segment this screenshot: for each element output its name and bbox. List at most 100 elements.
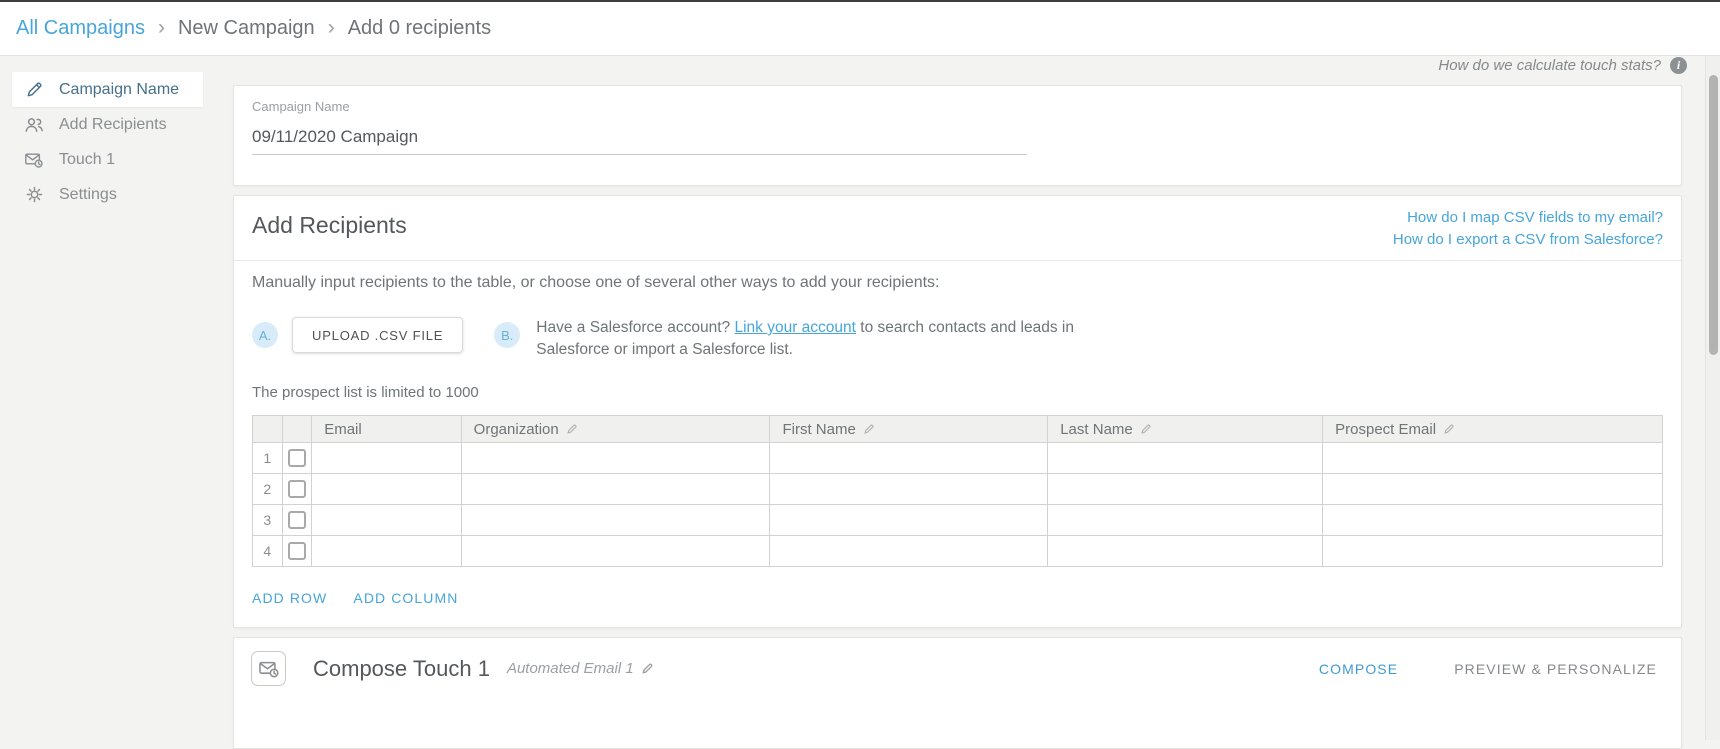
compose-touch-subtitle: Automated Email 1 bbox=[507, 660, 654, 677]
table-cell[interactable] bbox=[461, 443, 770, 474]
table-cell[interactable] bbox=[461, 474, 770, 505]
add-recipients-body: Manually input recipients to the table, … bbox=[234, 261, 1681, 627]
table-cell[interactable] bbox=[312, 505, 461, 536]
breadcrumb-all-campaigns[interactable]: All Campaigns bbox=[16, 17, 145, 40]
row-number: 3 bbox=[253, 505, 283, 536]
recipients-table: Email Organization First Name Last Name … bbox=[252, 415, 1663, 567]
table-cell[interactable] bbox=[461, 505, 770, 536]
table-actions: ADD ROW ADD COLUMN bbox=[252, 590, 1663, 606]
email-clock-icon bbox=[24, 150, 44, 170]
table-cell[interactable] bbox=[1323, 536, 1663, 567]
table-header-row: Email Organization First Name Last Name … bbox=[253, 416, 1663, 443]
table-row: 4 bbox=[253, 536, 1663, 567]
table-cell[interactable] bbox=[1323, 443, 1663, 474]
chevron-right-icon: › bbox=[328, 17, 335, 40]
table-cell[interactable] bbox=[312, 536, 461, 567]
column-header-email: Email bbox=[312, 416, 461, 443]
table-cell[interactable] bbox=[1048, 536, 1323, 567]
breadcrumb: All Campaigns › New Campaign › Add 0 rec… bbox=[0, 2, 1720, 56]
table-cell[interactable] bbox=[1323, 505, 1663, 536]
table-cell[interactable] bbox=[1048, 505, 1323, 536]
option-a-badge: A. bbox=[252, 322, 278, 348]
chevron-right-icon: › bbox=[158, 17, 165, 40]
prospect-limit-note: The prospect list is limited to 1000 bbox=[252, 384, 1663, 401]
row-checkbox[interactable] bbox=[288, 480, 306, 498]
add-recipients-header: Add Recipients How do I map CSV fields t… bbox=[234, 196, 1681, 261]
vertical-scrollbar bbox=[1705, 56, 1720, 740]
table-cell[interactable] bbox=[312, 474, 461, 505]
edit-touch-name-icon[interactable] bbox=[641, 662, 654, 675]
column-header-first-name: First Name bbox=[770, 416, 1048, 443]
row-checkbox[interactable] bbox=[288, 511, 306, 529]
table-cell[interactable] bbox=[312, 443, 461, 474]
row-checkbox[interactable] bbox=[288, 542, 306, 560]
table-cell[interactable] bbox=[1048, 443, 1323, 474]
sidebar-item-touch-1[interactable]: Touch 1 bbox=[12, 142, 203, 177]
edit-column-icon[interactable] bbox=[863, 423, 875, 435]
gear-icon bbox=[24, 185, 44, 205]
column-header-last-name: Last Name bbox=[1048, 416, 1323, 443]
edit-column-icon[interactable] bbox=[1443, 423, 1455, 435]
row-number: 4 bbox=[253, 536, 283, 567]
table-row: 2 bbox=[253, 474, 1663, 505]
compose-touch-row: Compose Touch 1 Automated Email 1 COMPOS… bbox=[234, 638, 1681, 686]
email-clock-icon bbox=[251, 651, 286, 686]
preview-personalize-button[interactable]: PREVIEW & PERSONALIZE bbox=[1454, 661, 1657, 677]
recipients-intro-text: Manually input recipients to the table, … bbox=[252, 274, 1663, 292]
sidebar-item-campaign-name[interactable]: Campaign Name bbox=[12, 72, 203, 107]
recipient-options-row: A. UPLOAD .CSV FILE B. Have a Salesforce… bbox=[252, 317, 1663, 361]
edit-column-icon[interactable] bbox=[1140, 423, 1152, 435]
column-header-organization: Organization bbox=[461, 416, 770, 443]
scrollbar-thumb[interactable] bbox=[1709, 75, 1718, 355]
salesforce-option-text: Have a Salesforce account? Link your acc… bbox=[536, 317, 1101, 361]
table-cell[interactable] bbox=[1323, 474, 1663, 505]
table-cell[interactable] bbox=[770, 505, 1048, 536]
checkbox-cell bbox=[282, 505, 312, 536]
option-b-badge: B. bbox=[494, 322, 520, 348]
row-number: 2 bbox=[253, 474, 283, 505]
edit-column-icon[interactable] bbox=[566, 423, 578, 435]
upload-csv-button[interactable]: UPLOAD .CSV FILE bbox=[292, 317, 463, 353]
compose-touch-card: Compose Touch 1 Automated Email 1 COMPOS… bbox=[233, 637, 1682, 749]
column-header-prospect-email: Prospect Email bbox=[1323, 416, 1663, 443]
sidebar-item-label: Add Recipients bbox=[59, 116, 167, 134]
sidebar-item-label: Campaign Name bbox=[59, 81, 179, 99]
sidebar-item-label: Touch 1 bbox=[59, 151, 115, 169]
sidebar-item-add-recipients[interactable]: Add Recipients bbox=[12, 107, 203, 142]
compose-touch-title: Compose Touch 1 bbox=[313, 656, 490, 682]
checkbox-cell bbox=[282, 536, 312, 567]
add-column-button[interactable]: ADD COLUMN bbox=[353, 590, 458, 606]
select-all-header bbox=[282, 416, 312, 443]
window-top-border bbox=[0, 0, 1720, 2]
people-icon bbox=[24, 115, 44, 135]
row-number: 1 bbox=[253, 443, 283, 474]
csv-help-links: How do I map CSV fields to my email? How… bbox=[1393, 207, 1663, 251]
cards-column: Campaign Name Add Recipients How do I ma… bbox=[233, 56, 1682, 749]
checkbox-cell bbox=[282, 474, 312, 505]
main-content: How do we calculate touch stats? i Campa… bbox=[0, 56, 1720, 740]
add-recipients-card: Add Recipients How do I map CSV fields t… bbox=[233, 195, 1682, 628]
breadcrumb-new-campaign: New Campaign bbox=[178, 17, 315, 40]
add-row-button[interactable]: ADD ROW bbox=[252, 590, 327, 606]
link-your-account-link[interactable]: Link your account bbox=[734, 319, 856, 336]
sidebar-item-label: Settings bbox=[59, 186, 117, 204]
table-cell[interactable] bbox=[1048, 474, 1323, 505]
campaign-name-label: Campaign Name bbox=[252, 99, 1663, 114]
automated-email-label: Automated Email 1 bbox=[507, 660, 634, 677]
table-cell[interactable] bbox=[461, 536, 770, 567]
breadcrumb-add-recipients: Add 0 recipients bbox=[348, 17, 491, 40]
table-cell[interactable] bbox=[770, 536, 1048, 567]
checkbox-cell bbox=[282, 443, 312, 474]
table-cell[interactable] bbox=[770, 443, 1048, 474]
table-row: 1 bbox=[253, 443, 1663, 474]
row-checkbox[interactable] bbox=[288, 449, 306, 467]
sidebar-item-settings[interactable]: Settings bbox=[12, 177, 203, 212]
map-csv-help-link[interactable]: How do I map CSV fields to my email? bbox=[1393, 207, 1663, 229]
campaign-name-card: Campaign Name bbox=[233, 85, 1682, 186]
table-cell[interactable] bbox=[770, 474, 1048, 505]
compose-button[interactable]: COMPOSE bbox=[1319, 661, 1398, 677]
export-csv-help-link[interactable]: How do I export a CSV from Salesforce? bbox=[1393, 229, 1663, 251]
table-row: 3 bbox=[253, 505, 1663, 536]
campaign-name-input[interactable] bbox=[252, 123, 1027, 155]
sidebar: Campaign Name Add Recipients bbox=[0, 72, 217, 212]
